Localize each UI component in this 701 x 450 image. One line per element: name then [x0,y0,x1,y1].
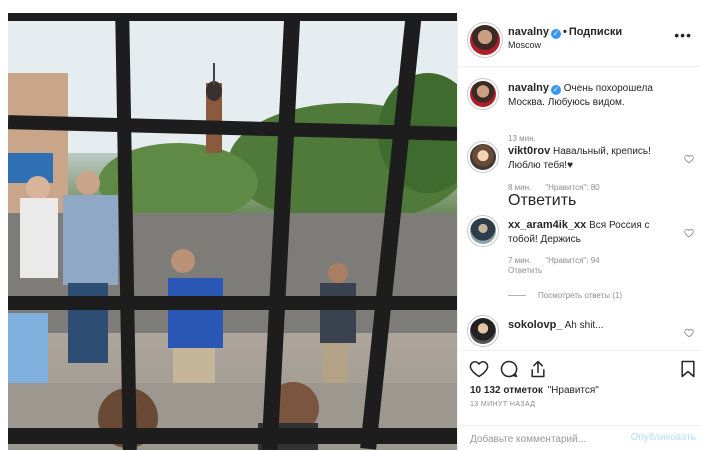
comment-text-block: sokolovp_ Ah shit... [508,318,676,333]
comment-username[interactable]: xx_aram4ik_xx [508,219,586,231]
post-actions: 10 132 отметок "Нравится" 13 МИНУТ НАЗАД… [458,350,701,450]
comment-text: Ah shit... [564,320,604,331]
likes-suffix: "Нравится" [547,385,599,396]
verified-badge-icon: ✓ [550,29,561,39]
comment-likes[interactable]: "Нравится": 94 [545,256,599,265]
author-avatar[interactable] [470,25,500,55]
comment-avatar[interactable] [470,318,496,344]
instagram-post: navalny ✓ • Подписки Moscow ••• navalny ✓ Оч… [0,0,701,450]
comment-username[interactable]: sokolovp_ [508,319,562,331]
heart-icon[interactable] [469,359,489,379]
caption-username[interactable]: navalny [508,82,549,94]
comment-avatar[interactable] [470,144,496,170]
caption-text-block: navalny ✓ Очень похорошела Москва. Любуюс… [508,81,676,110]
comments-section: navalny ✓ Очень похорошела Москва. Любуюс… [458,68,701,350]
post-photo[interactable] [8,13,457,450]
comment-item: vikt0rov Навальный, крепись! Люблю тебя!… [470,144,694,202]
comment-meta: 8 мин. "Нравится": 80 [508,183,614,192]
following-button[interactable]: Подписки [569,26,622,38]
comment-avatar[interactable] [470,218,496,244]
post-sidebar: navalny ✓ • Подписки Moscow ••• navalny ✓ Оч… [457,13,701,450]
photo-illustration [8,13,457,450]
caption-time-text: 13 мин. [508,134,536,143]
reply-button[interactable]: Ответить [508,266,542,275]
comment-heart-icon[interactable] [684,328,694,338]
comment-item: sokolovp_ Ah shit... [470,318,694,350]
comment-text-block: xx_aram4ik_xx Вся Россия с тобой! Держис… [508,218,676,247]
caption: navalny ✓ Очень похорошела Москва. Любуюс… [470,81,694,143]
caption-time: 13 мин. [508,134,550,143]
comment-icon[interactable] [499,359,519,379]
replies-divider-line [508,295,526,297]
separator-dot: • [562,26,567,38]
comment-time: 8 мин. [508,183,532,192]
verified-badge-icon: ✓ [550,85,561,95]
comment-item: xx_aram4ik_xx Вся Россия с тобой! Держис… [470,218,694,282]
post-header: navalny ✓ • Подписки Moscow ••• [458,13,701,67]
more-options-icon[interactable]: ••• [674,27,692,43]
comment-username[interactable]: vikt0rov [508,145,550,157]
add-comment-bar: Опубликовать [458,425,701,450]
bookmark-icon[interactable] [678,359,698,379]
comment-text-block: vikt0rov Навальный, крепись! Люблю тебя!… [508,144,676,173]
view-replies-button[interactable]: Посмотреть ответы (1) [508,291,622,300]
comment-likes[interactable]: "Нравится": 80 [545,183,599,192]
comment-meta: 7 мин. "Нравится": 94 [508,256,614,265]
comment-heart-icon[interactable] [684,228,694,238]
likes-count[interactable]: 10 132 отметок "Нравится" [470,385,599,396]
share-icon[interactable] [528,359,548,379]
publish-button[interactable]: Опубликовать [631,432,696,443]
author-username-row: navalny ✓ • Подписки [508,26,622,39]
comment-input[interactable] [470,431,610,447]
caption-avatar[interactable] [470,81,496,107]
location-link[interactable]: Moscow [508,40,541,50]
comment-time: 7 мин. [508,256,532,265]
view-replies-label: Посмотреть ответы (1) [538,291,623,300]
comment-heart-icon[interactable] [684,154,694,164]
reply-button[interactable]: Ответить [508,192,576,210]
author-username[interactable]: navalny [508,26,549,38]
likes-number: 10 132 отметок [470,385,543,396]
post-timestamp: 13 МИНУТ НАЗАД [470,401,536,408]
